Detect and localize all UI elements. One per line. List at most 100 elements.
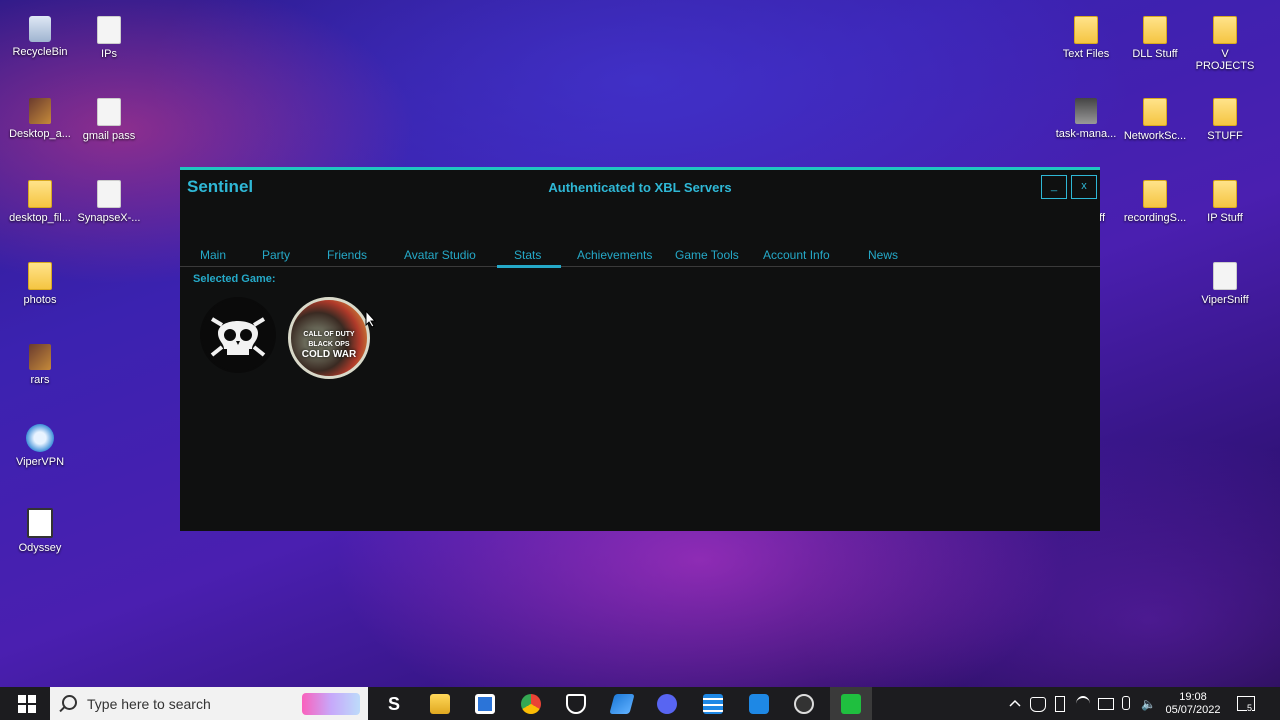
file-icon [97,180,121,208]
security-tray-icon[interactable] [1030,697,1046,712]
desktop-icon-label: Desktop_a... [9,128,71,140]
desktop-icon-recyclebin[interactable]: RecycleBin [6,16,74,58]
notifications-icon[interactable]: 5 [1237,696,1255,713]
network-icon[interactable] [1076,696,1090,712]
app-icon [27,508,53,538]
game-sea-of-thieves[interactable] [200,297,276,373]
desktop-icon-desktop-archive[interactable]: Desktop_a... [6,98,74,140]
usb-icon[interactable] [1055,696,1065,712]
microphone-icon[interactable] [1122,696,1130,710]
desktop-icon-label: gmail pass [82,130,136,142]
desktop-icon-task-manager[interactable]: task-mana... [1052,98,1120,140]
desktop-icon-photos[interactable]: photos [6,262,74,306]
windows-start-button[interactable] [18,695,36,713]
app-icon [1213,262,1237,290]
wifi-app-icon[interactable] [749,694,769,714]
search-icon [62,695,77,710]
active-tab-indicator [497,265,561,268]
file-icon [97,98,121,126]
tab-stats[interactable]: Stats [514,248,541,262]
search-highlight-icon [302,693,360,715]
folder-icon [28,262,52,290]
s-app-icon[interactable]: S [384,694,404,714]
shield-icon[interactable] [566,694,586,714]
desktop-icon-label: V PROJECTS [1195,48,1255,72]
folder-icon [1143,16,1167,44]
desktop-icon-label: ViperSniff [1201,294,1249,306]
chevron-up-icon[interactable] [1009,698,1021,708]
skull-icon [202,299,274,371]
file-icon [97,16,121,44]
desktop-icon-text-files[interactable]: Text Files [1052,16,1120,60]
vpn-icon [26,424,54,452]
desktop-icon-label: RecycleBin [12,46,68,58]
desktop-icon-label: rars [30,374,50,386]
desktop-icon-vipersniff[interactable]: ViperSniff [1191,262,1259,306]
tab-main[interactable]: Main [200,248,226,262]
xbox-icon[interactable] [830,687,872,720]
tab-party[interactable]: Party [262,248,290,262]
mouse-cursor-icon [365,310,377,328]
desktop-icon-label: desktop_fil... [9,212,71,224]
clock-time: 19:08 [1179,691,1207,703]
game-call-of-duty-cold-war[interactable]: CALL OF DUTY BLACK OPS COLD WAR [288,297,370,379]
notification-count: 5 [1247,703,1253,713]
desktop-icon-label: task-mana... [1055,128,1117,140]
desktop-icon-odyssey[interactable]: Odyssey [6,508,74,554]
desktop-icon-rars[interactable]: rars [6,344,74,386]
discord-icon[interactable] [657,694,677,714]
file-explorer-icon[interactable] [430,694,450,714]
desktop-icon-ips[interactable]: IPs [75,16,143,60]
tab-news[interactable]: News [868,248,898,262]
desktop-icon-gmail-pass[interactable]: gmail pass [75,98,143,142]
blue-app-icon[interactable] [609,694,635,714]
desktop-icon-label: STUFF [1207,130,1243,142]
store-icon[interactable] [475,694,495,714]
desktop-icon-label: IPs [101,48,117,60]
tab-avatar-studio[interactable]: Avatar Studio [404,248,476,262]
desktop-icon-label: Text Files [1062,48,1110,60]
clock-date: 05/07/2022 [1165,704,1221,716]
tab-achievements[interactable]: Achievements [577,248,652,262]
minimize-button[interactable]: _ [1041,175,1067,199]
desktop-icon-recordings[interactable]: recordingS... [1121,180,1189,224]
archive-icon [29,344,51,370]
taskbar: Type here to search S 🔈 19:08 05/07/2022… [0,687,1280,720]
desktop-icon-label: SynapseX-... [77,212,141,224]
taskbar-search-box[interactable]: Type here to search [50,687,368,720]
app-icon [1075,98,1097,124]
desktop-icon-networksc[interactable]: NetworkSc... [1121,98,1189,142]
desktop-icon-v-projects[interactable]: V PROJECTS [1191,16,1259,72]
desktop-icon-desktop-files[interactable]: desktop_fil... [6,180,74,224]
xbox-logo-icon [841,694,861,714]
stacked-app-icon[interactable] [703,694,723,714]
desktop-icon-label: NetworkSc... [1123,130,1187,142]
recycle-bin-icon [29,16,51,42]
desktop-icon-synapsex[interactable]: SynapseX-... [75,180,143,224]
tab-bar: Main Party Friends Avatar Studio Stats A… [180,248,1100,268]
close-button[interactable]: x [1071,175,1097,199]
folder-icon [1074,16,1098,44]
auth-status: Authenticated to XBL Servers [548,180,732,195]
desktop-icon-stuff[interactable]: STUFF [1191,98,1259,142]
archive-icon [29,98,51,124]
tab-account-info[interactable]: Account Info [763,248,830,262]
desktop-icon-label: ViperVPN [15,456,65,468]
desktop-icon-label: IP Stuff [1207,212,1243,224]
folder-icon [1213,98,1237,126]
record-icon[interactable] [794,694,814,714]
folder-icon [1143,98,1167,126]
volume-muted-icon[interactable]: 🔈 [1141,697,1156,711]
desktop-icon-label: DLL Stuff [1132,48,1178,60]
clock[interactable]: 19:08 05/07/2022 [1158,691,1228,717]
battery-icon[interactable] [1098,698,1114,710]
tab-friends[interactable]: Friends [327,248,367,262]
chrome-icon[interactable] [521,694,541,714]
folder-icon [28,180,52,208]
desktop-icon-vipervpn[interactable]: ViperVPN [6,424,74,468]
desktop-icon-dll-stuff[interactable]: DLL Stuff [1121,16,1189,60]
selected-game-label: Selected Game: [193,273,276,285]
tab-game-tools[interactable]: Game Tools [675,248,739,262]
folder-icon [1213,16,1237,44]
desktop-icon-ip-stuff[interactable]: IP Stuff [1191,180,1259,224]
